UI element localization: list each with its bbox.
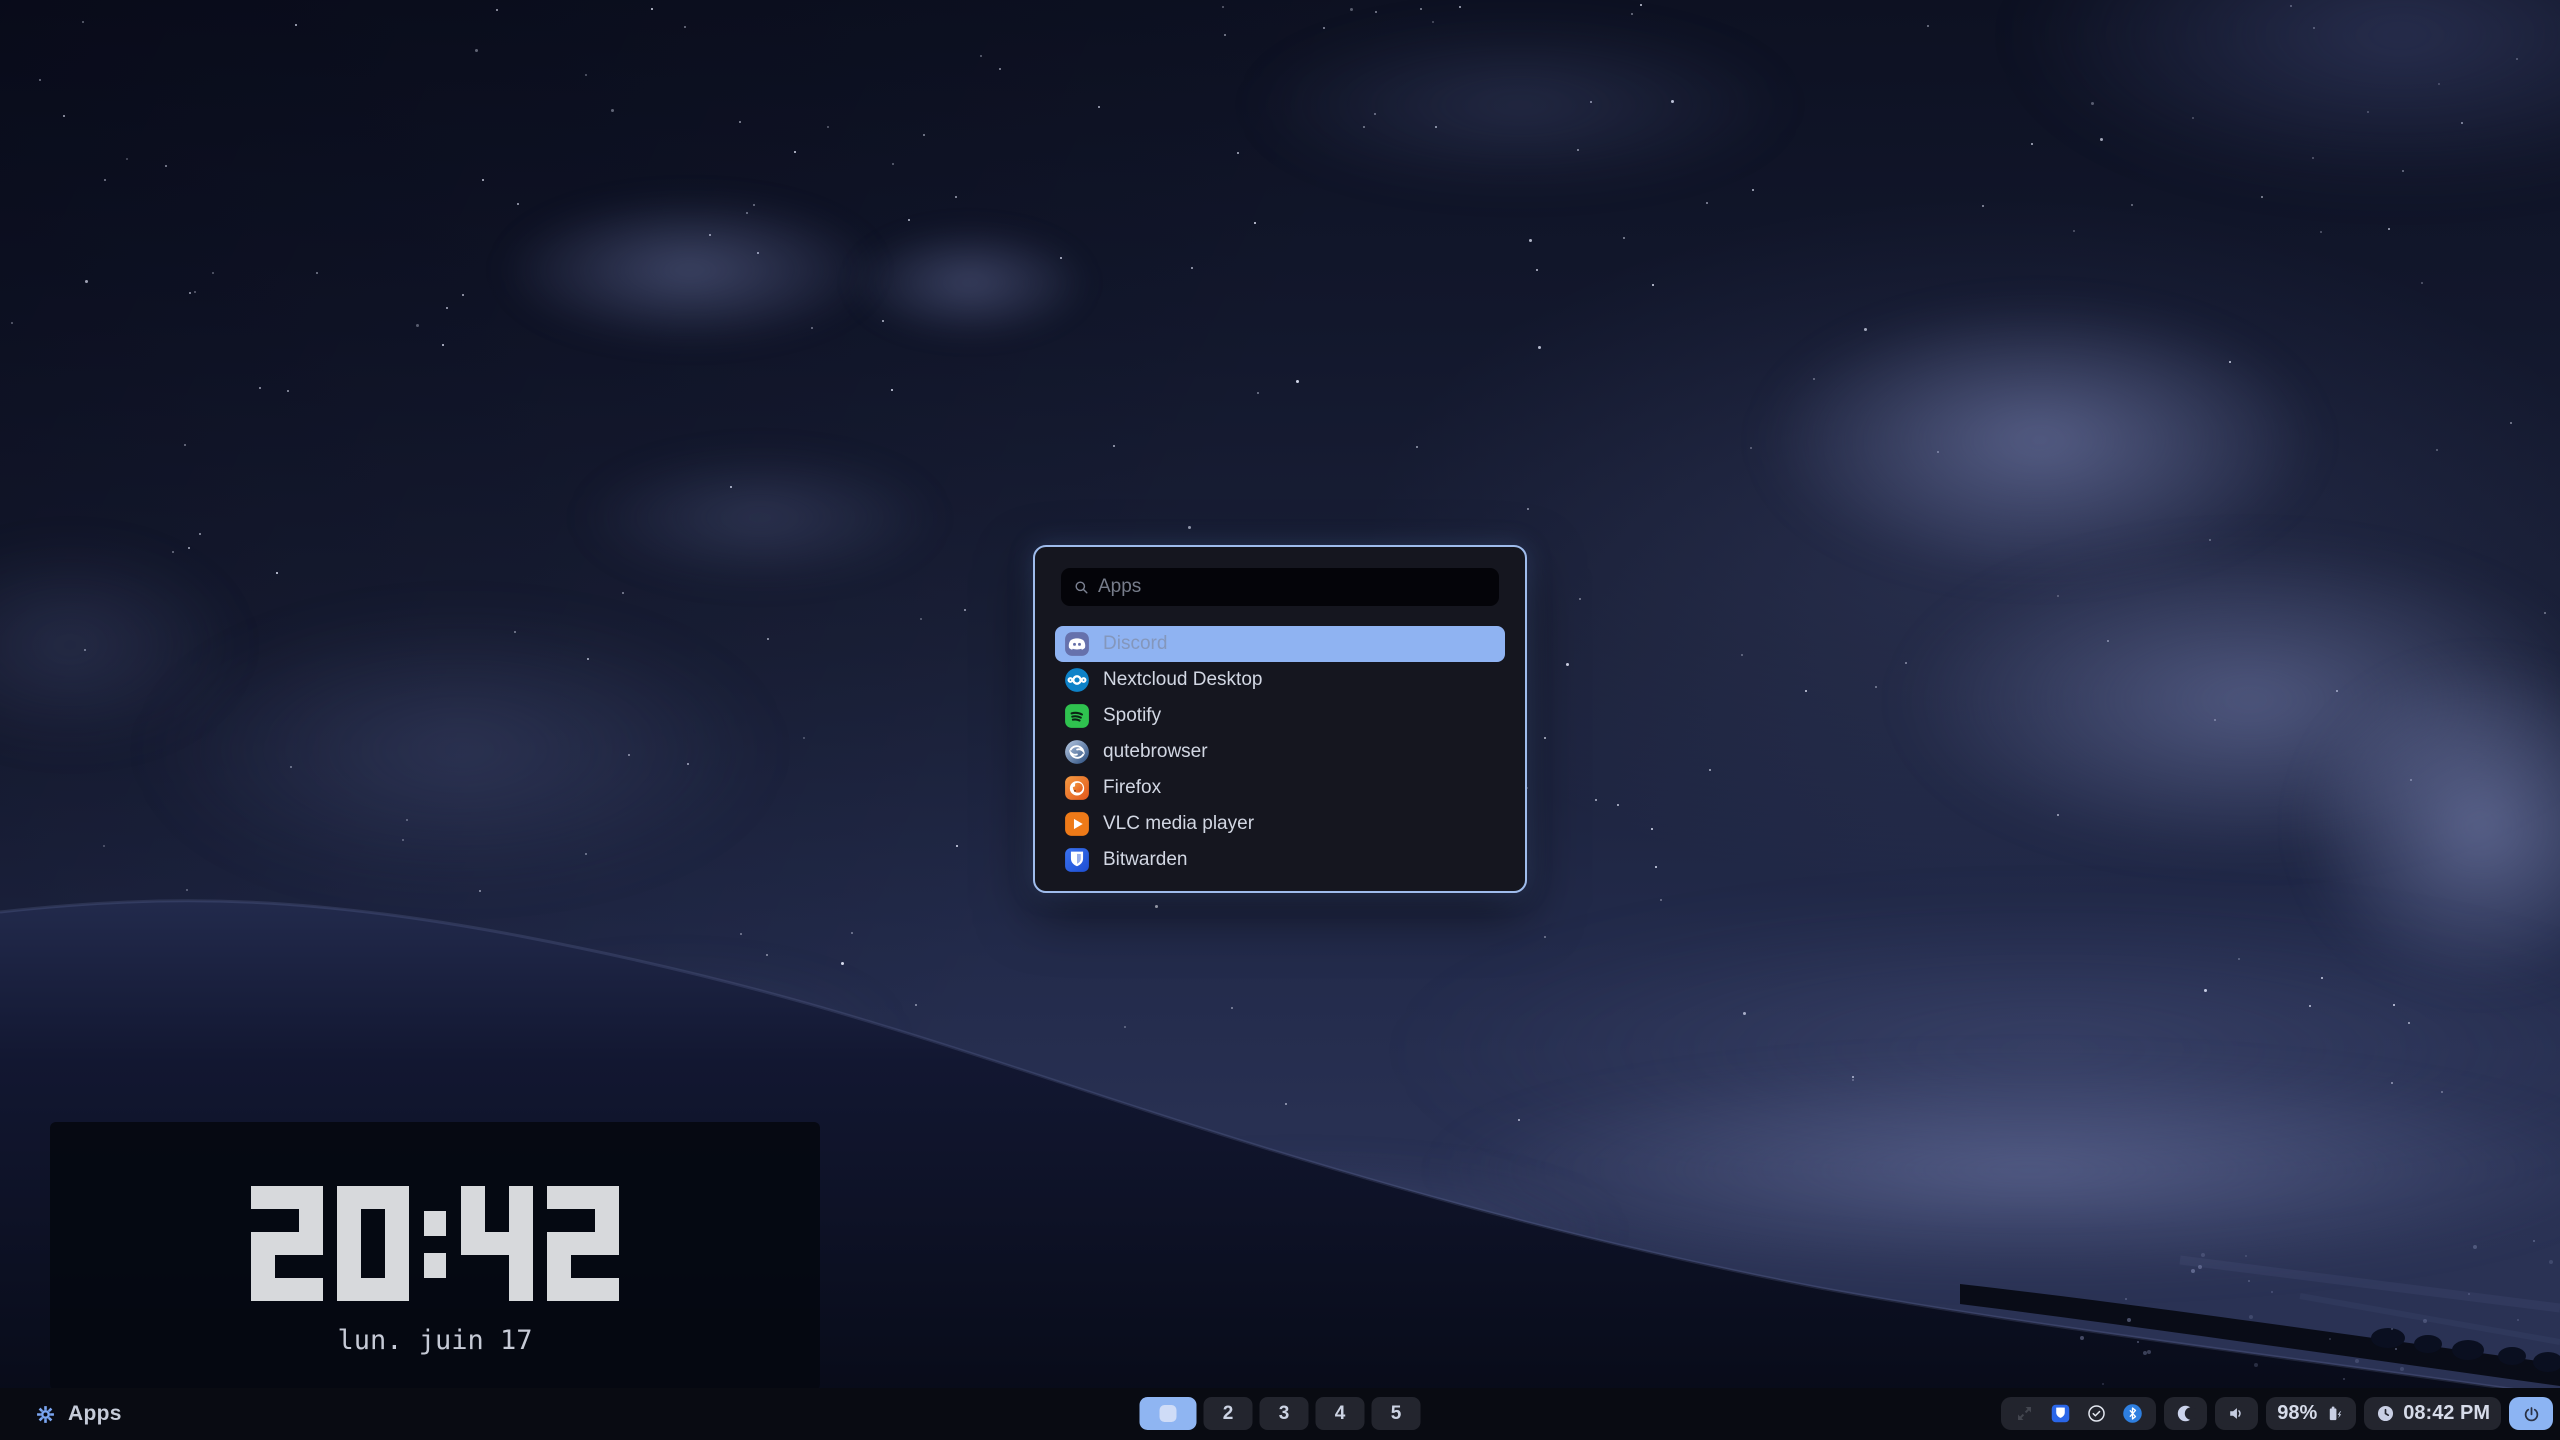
workspace-number: 2 (1223, 1403, 1234, 1425)
battery-charging-icon (2324, 1403, 2345, 1424)
launcher-search-input[interactable] (1096, 575, 1488, 599)
launcher-app-label: qutebrowser (1103, 741, 1208, 763)
sync-icon[interactable] (2014, 1403, 2035, 1424)
qutebrowser-icon (1064, 739, 1090, 765)
workspace-number: 3 (1279, 1403, 1290, 1425)
launcher-app-row[interactable]: Firefox (1055, 770, 1505, 806)
night-light-button[interactable] (2164, 1397, 2207, 1430)
firefox-icon (1064, 775, 1090, 801)
launcher-app-label: Firefox (1103, 777, 1161, 799)
workspace-pill-4[interactable]: 4 (1316, 1397, 1365, 1430)
volume-button[interactable] (2215, 1397, 2258, 1430)
launcher-app-row[interactable]: Bitwarden (1055, 842, 1505, 878)
bluetooth-icon[interactable] (2122, 1403, 2143, 1424)
search-icon (1072, 578, 1091, 597)
active-workspace-indicator (1160, 1405, 1177, 1422)
bitwarden-tray-icon[interactable] (2050, 1403, 2071, 1424)
tray-clock-time: 08:42 PM (2403, 1402, 2490, 1425)
power-icon (2521, 1404, 2541, 1424)
launcher-app-row[interactable]: qutebrowser (1055, 734, 1505, 770)
launcher-app-label: Bitwarden (1103, 849, 1188, 871)
vlc-icon (1064, 811, 1090, 837)
launcher-app-label: Spotify (1103, 705, 1161, 727)
bitwarden-icon (1064, 847, 1090, 873)
workspace-number: 4 (1335, 1403, 1346, 1425)
launcher-app-row[interactable]: Spotify (1055, 698, 1505, 734)
launcher-app-row[interactable]: VLC media player (1055, 806, 1505, 842)
discord-icon (1064, 631, 1090, 657)
clock-icon (2375, 1403, 2396, 1424)
launcher-app-list: Discord Nextcloud Desktop Spotify qutebr… (1055, 626, 1505, 878)
system-tray: 98% 08:42 PM (2001, 1397, 2553, 1430)
battery-percent: 98% (2277, 1402, 2317, 1425)
workspace-number: 5 (1391, 1403, 1402, 1425)
launcher-app-label: VLC media player (1103, 813, 1254, 835)
moon-icon (2175, 1403, 2196, 1424)
app-launcher: Discord Nextcloud Desktop Spotify qutebr… (1033, 545, 1527, 893)
battery-indicator[interactable]: 98% (2266, 1397, 2356, 1430)
cloud (500, 195, 880, 345)
workspace-pill-5[interactable]: 5 (1372, 1397, 1421, 1430)
cloud (850, 225, 1090, 340)
workspace-switcher: 2 3 4 5 (1140, 1397, 1421, 1430)
launcher-app-label: Nextcloud Desktop (1103, 669, 1262, 691)
clock-date: lun. juin 17 (50, 1325, 820, 1356)
taskbar: Apps 2 3 4 5 98% 08:42 PM (0, 1388, 2560, 1440)
check-circle-icon[interactable] (2086, 1403, 2107, 1424)
cloud (1760, 300, 2320, 580)
clock-widget: lun. juin 17 (50, 1122, 820, 1390)
clock-time-display (50, 1122, 820, 1301)
launcher-app-row[interactable]: Discord (1055, 626, 1505, 662)
apps-menu-label: Apps (68, 1402, 122, 1426)
power-button[interactable] (2509, 1397, 2553, 1430)
clock-indicator[interactable]: 08:42 PM (2364, 1397, 2501, 1430)
nextcloud-icon (1064, 667, 1090, 693)
speaker-icon (2226, 1403, 2247, 1424)
apps-menu-button[interactable]: Apps (34, 1388, 122, 1440)
cloud (580, 450, 940, 585)
workspace-pill-3[interactable]: 3 (1260, 1397, 1309, 1430)
cloud (1250, 20, 1790, 190)
spotify-icon (1064, 703, 1090, 729)
launcher-app-row[interactable]: Nextcloud Desktop (1055, 662, 1505, 698)
workspace-pill-1[interactable] (1140, 1397, 1197, 1430)
gear-icon (34, 1403, 57, 1426)
launcher-search-box[interactable] (1061, 568, 1499, 606)
launcher-app-label: Discord (1103, 633, 1167, 655)
tray-status-group (2001, 1397, 2156, 1430)
workspace-pill-2[interactable]: 2 (1204, 1397, 1253, 1430)
